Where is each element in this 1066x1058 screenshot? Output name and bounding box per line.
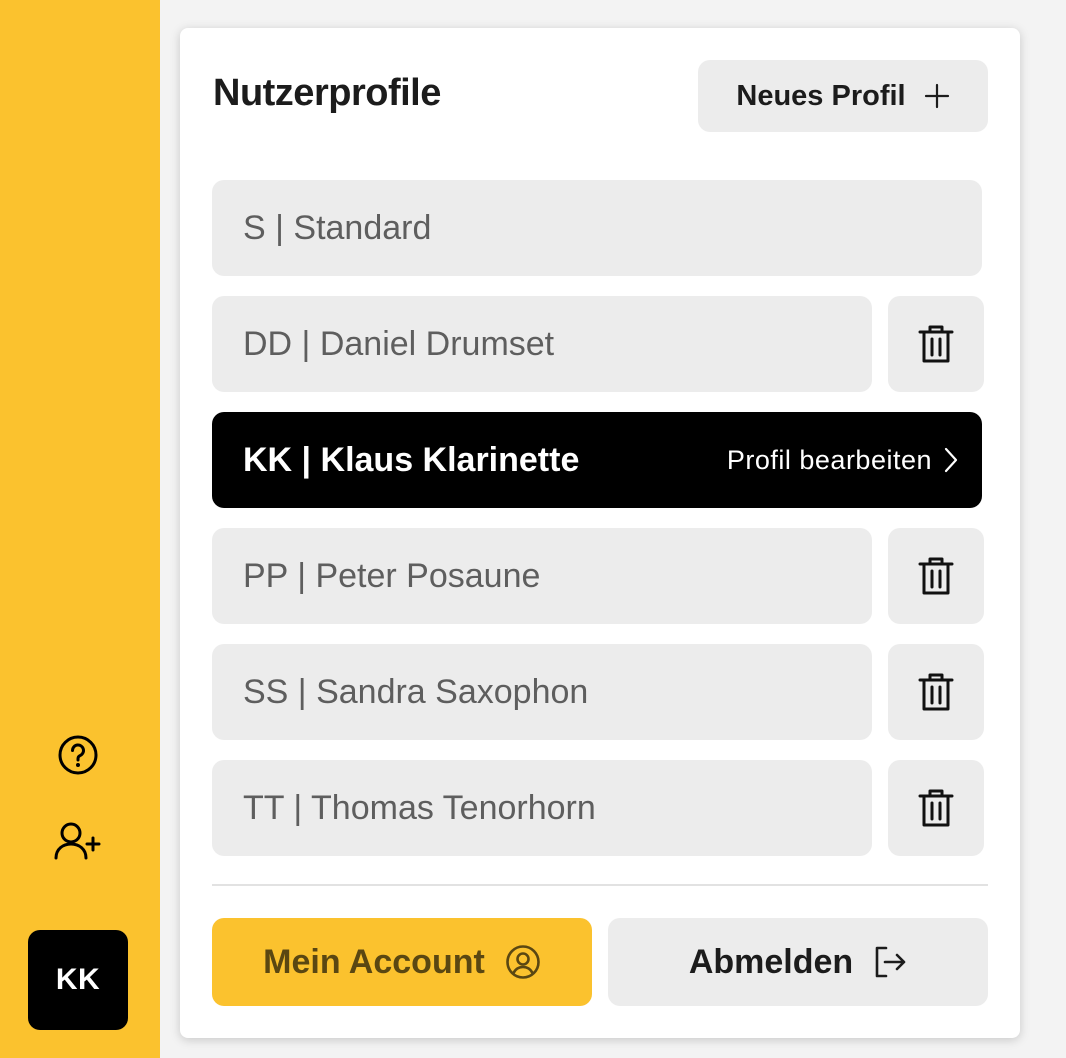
profile-label: S | Standard — [243, 208, 432, 247]
profile-row-standard[interactable]: S | Standard — [212, 180, 982, 276]
user-plus-icon — [54, 822, 101, 860]
add-user-button[interactable] — [50, 813, 106, 869]
logout-icon — [875, 946, 906, 978]
profile-row-dd[interactable]: DD | Daniel Drumset — [212, 296, 872, 392]
delete-profile-button[interactable] — [888, 644, 984, 740]
profile-label: TT | Thomas Tenorhorn — [243, 788, 596, 827]
my-account-button[interactable]: Mein Account — [212, 918, 592, 1006]
profile-label: PP | Peter Posaune — [243, 556, 541, 595]
logout-label: Abmelden — [688, 942, 854, 981]
divider — [212, 884, 988, 886]
edit-profile-label: Profil bearbeiten — [726, 444, 932, 475]
new-profile-label: Neues Profil — [736, 79, 906, 112]
user-profiles-panel: Nutzerprofile Neues Profil S | Standard … — [180, 28, 1020, 1038]
edit-profile-link[interactable]: Profil bearbeiten — [727, 445, 958, 476]
profile-row-tt[interactable]: TT | Thomas Tenorhorn — [212, 760, 872, 856]
trash-icon — [918, 325, 954, 363]
profile-label: KK | Klaus Klarinette — [243, 440, 580, 479]
my-account-label: Mein Account — [263, 942, 485, 981]
page-title: Nutzerprofile — [213, 72, 441, 114]
user-circle-icon — [506, 945, 540, 979]
profile-label: SS | Sandra Saxophon — [243, 672, 589, 711]
sidebar: KK — [0, 0, 160, 1058]
trash-icon — [918, 557, 954, 595]
profile-row-kk-active[interactable]: KK | Klaus Klarinette Profil bearbeiten — [212, 412, 982, 508]
delete-profile-button[interactable] — [888, 296, 984, 392]
logout-button[interactable]: Abmelden — [608, 918, 988, 1006]
profile-row-ss[interactable]: SS | Sandra Saxophon — [212, 644, 872, 740]
trash-icon — [918, 673, 954, 711]
plus-icon — [924, 83, 949, 109]
delete-profile-button[interactable] — [888, 760, 984, 856]
question-circle-icon — [58, 735, 98, 775]
profile-row-pp[interactable]: PP | Peter Posaune — [212, 528, 872, 624]
chevron-right-icon — [944, 447, 958, 473]
trash-icon — [918, 789, 954, 827]
profile-label: DD | Daniel Drumset — [243, 324, 555, 363]
help-button[interactable] — [50, 727, 106, 783]
avatar[interactable]: KK — [28, 930, 128, 1030]
new-profile-button[interactable]: Neues Profil — [698, 60, 988, 132]
delete-profile-button[interactable] — [888, 528, 984, 624]
